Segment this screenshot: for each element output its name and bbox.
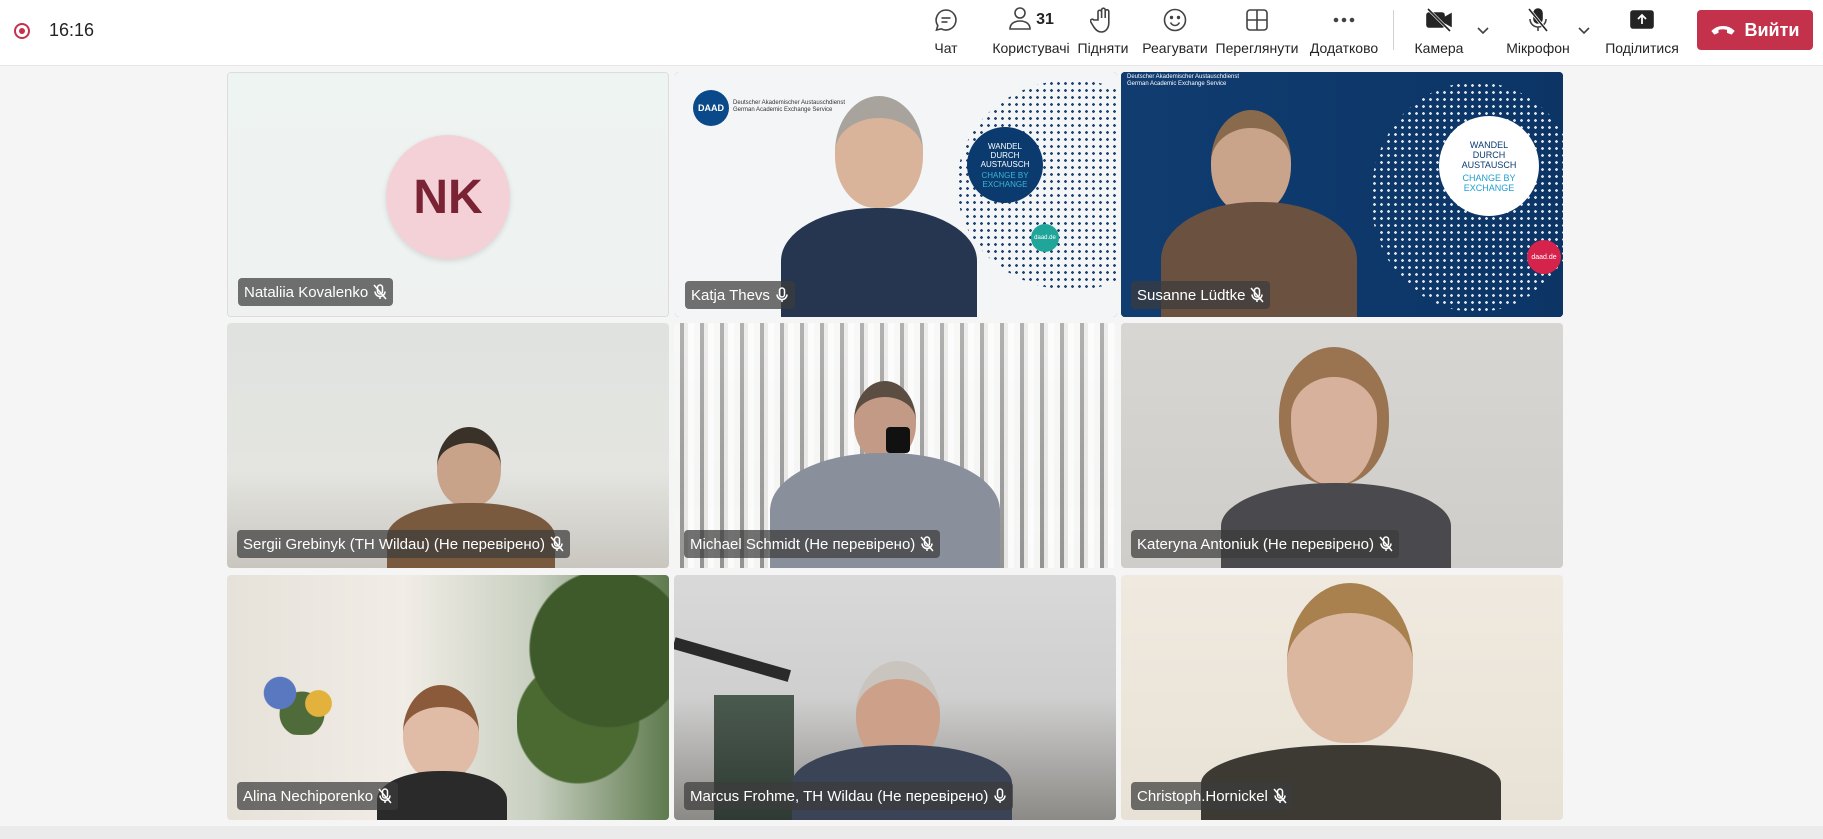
participant-name-label: Marcus Frohme, TH Wildau (Не перевірено): [684, 782, 1014, 810]
mug: [886, 427, 910, 453]
flowers: [247, 665, 357, 735]
chat-button[interactable]: Чат: [928, 6, 964, 60]
people-button[interactable]: 31 Користувачі: [984, 6, 1078, 60]
bottom-strip: [0, 826, 1823, 839]
meeting-timer: 16:16: [49, 20, 95, 40]
chat-icon: [933, 6, 959, 34]
wandel-badge: WANDEL DURCH AUSTAUSCH CHANGE BY EXCHANG…: [967, 127, 1043, 203]
more-icon: [1331, 6, 1357, 34]
participant-name-label: Alina Nechiporenko: [237, 782, 399, 810]
camera-off-icon: [1424, 6, 1454, 34]
toolbar-divider: [1393, 10, 1394, 50]
participant-name-label: Susanne Lüdtke: [1131, 281, 1271, 309]
mic-off-icon: [1525, 6, 1551, 34]
recording-icon: [14, 23, 30, 39]
daad-url-badge: daad.de: [1527, 240, 1561, 274]
mic-options-chevron-icon[interactable]: [1576, 22, 1592, 38]
plant: [517, 575, 669, 820]
mic-muted-icon: [1250, 287, 1264, 303]
participant-tile[interactable]: Kateryna Antoniuk (Не перевірено): [1121, 323, 1563, 568]
participant-tile[interactable]: Marcus Frohme, TH Wildau (Не перевірено): [674, 575, 1116, 820]
hang-up-icon: [1711, 26, 1736, 35]
raise-hand-button[interactable]: Підняти: [1076, 6, 1130, 60]
participant-tile[interactable]: Sergii Grebinyk (TH Wildau) (Не перевіре…: [227, 323, 669, 568]
participant-video: [1211, 110, 1291, 214]
mic-muted-icon: [378, 788, 392, 804]
camera-button[interactable]: Камера: [1413, 6, 1465, 60]
participant-tile[interactable]: Deutscher Akademischer Austauschdienst Ge…: [1121, 72, 1563, 317]
more-button[interactable]: Додатково: [1309, 6, 1379, 60]
grid-view-icon: [1244, 6, 1270, 34]
react-button[interactable]: Реагувати: [1142, 6, 1208, 60]
participant-name-label: Christoph.Hornickel: [1131, 782, 1293, 810]
mic-muted-icon: [920, 536, 934, 552]
participant-video: [835, 96, 923, 208]
microphone-button[interactable]: Мікрофон: [1502, 6, 1574, 60]
mic-on-icon: [775, 287, 789, 303]
share-button[interactable]: Поділитися: [1605, 6, 1679, 60]
participant-tile[interactable]: Alina Nechiporenko: [227, 575, 669, 820]
daad-url-badge: daad.de: [1031, 224, 1059, 252]
mic-muted-icon: [1379, 536, 1393, 552]
share-screen-icon: [1628, 6, 1656, 34]
participant-name-label: Nataliia Kovalenko: [238, 278, 394, 306]
participant-name-label: Kateryna Antoniuk (Не перевірено): [1131, 530, 1400, 558]
participant-name-label: Michael Schmidt (Не перевірено): [684, 530, 941, 558]
mic-muted-icon: [1273, 788, 1287, 804]
avatar: NK: [386, 135, 510, 259]
daad-logo: DAAD: [693, 90, 729, 126]
hand-icon: [1090, 6, 1116, 34]
people-icon: [1008, 5, 1032, 36]
participant-count: 31: [1036, 11, 1054, 28]
leave-button[interactable]: Вийти: [1697, 10, 1813, 50]
participant-name-label: Sergii Grebinyk (TH Wildau) (Не перевіре…: [237, 530, 570, 558]
meeting-toolbar: 16:16 Чат 31 Користувачі Підняти Реагува…: [0, 0, 1823, 66]
mic-muted-icon: [373, 284, 387, 300]
participant-tile[interactable]: Michael Schmidt (Не перевірено): [674, 323, 1116, 568]
smiley-icon: [1162, 6, 1188, 34]
participant-tile[interactable]: Christoph.Hornickel: [1121, 575, 1563, 820]
participant-name-label: Katja Thevs: [685, 281, 795, 309]
view-button[interactable]: Переглянути: [1216, 6, 1298, 60]
mic-muted-icon: [550, 536, 564, 552]
camera-options-chevron-icon[interactable]: [1475, 22, 1491, 38]
participant-tile-active-speaker[interactable]: DAAD Deutscher Akademischer Austauschdie…: [675, 72, 1117, 317]
participant-tile[interactable]: NK Nataliia Kovalenko: [227, 72, 669, 317]
wandel-badge: WANDEL DURCH AUSTAUSCH CHANGE BY EXCHANG…: [1439, 116, 1539, 216]
mic-on-icon: [993, 788, 1007, 804]
